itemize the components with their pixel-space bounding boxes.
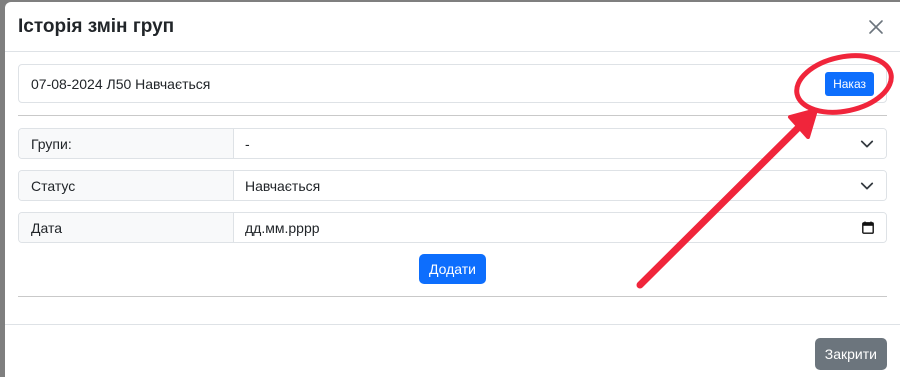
close-icon-glyph	[869, 19, 883, 34]
add-row: Додати	[18, 254, 887, 284]
modal-title: Історія змін груп	[18, 15, 175, 37]
history-entry: 07-08-2024 Л50 Навчається Наказ	[18, 64, 887, 103]
divider	[18, 115, 887, 116]
modal-dialog: Історія змін груп 07-08-2024 Л50 Навчаєт…	[5, 2, 900, 377]
chevron-down-icon	[860, 140, 874, 147]
date-label: Дата	[19, 213, 234, 242]
close-button[interactable]: Закрити	[814, 338, 887, 370]
date-field: Дата дд.мм.рррр	[18, 212, 887, 243]
modal-body: 07-08-2024 Л50 Навчається Наказ Групи: -…	[5, 52, 900, 297]
status-select[interactable]: Навчається	[234, 171, 886, 200]
status-select-value: Навчається	[245, 177, 321, 194]
modal-footer: Закрити	[5, 324, 900, 377]
chevron-down-icon	[860, 182, 874, 189]
modal-header: Історія змін груп	[5, 2, 900, 52]
status-field: Статус Навчається	[18, 170, 887, 201]
date-input-placeholder: дд.мм.рррр	[245, 219, 320, 236]
history-entry-text: 07-08-2024 Л50 Навчається	[31, 75, 211, 92]
calendar-icon[interactable]	[862, 221, 874, 234]
order-button[interactable]: Наказ	[825, 71, 874, 96]
groups-label: Групи:	[19, 129, 234, 158]
close-icon[interactable]	[864, 15, 888, 39]
divider	[18, 296, 887, 297]
date-input[interactable]: дд.мм.рррр	[234, 213, 886, 242]
status-label: Статус	[19, 171, 234, 200]
add-button[interactable]: Додати	[419, 254, 486, 284]
groups-select[interactable]: -	[234, 129, 886, 158]
groups-field: Групи: -	[18, 128, 887, 159]
groups-select-value: -	[245, 135, 250, 152]
